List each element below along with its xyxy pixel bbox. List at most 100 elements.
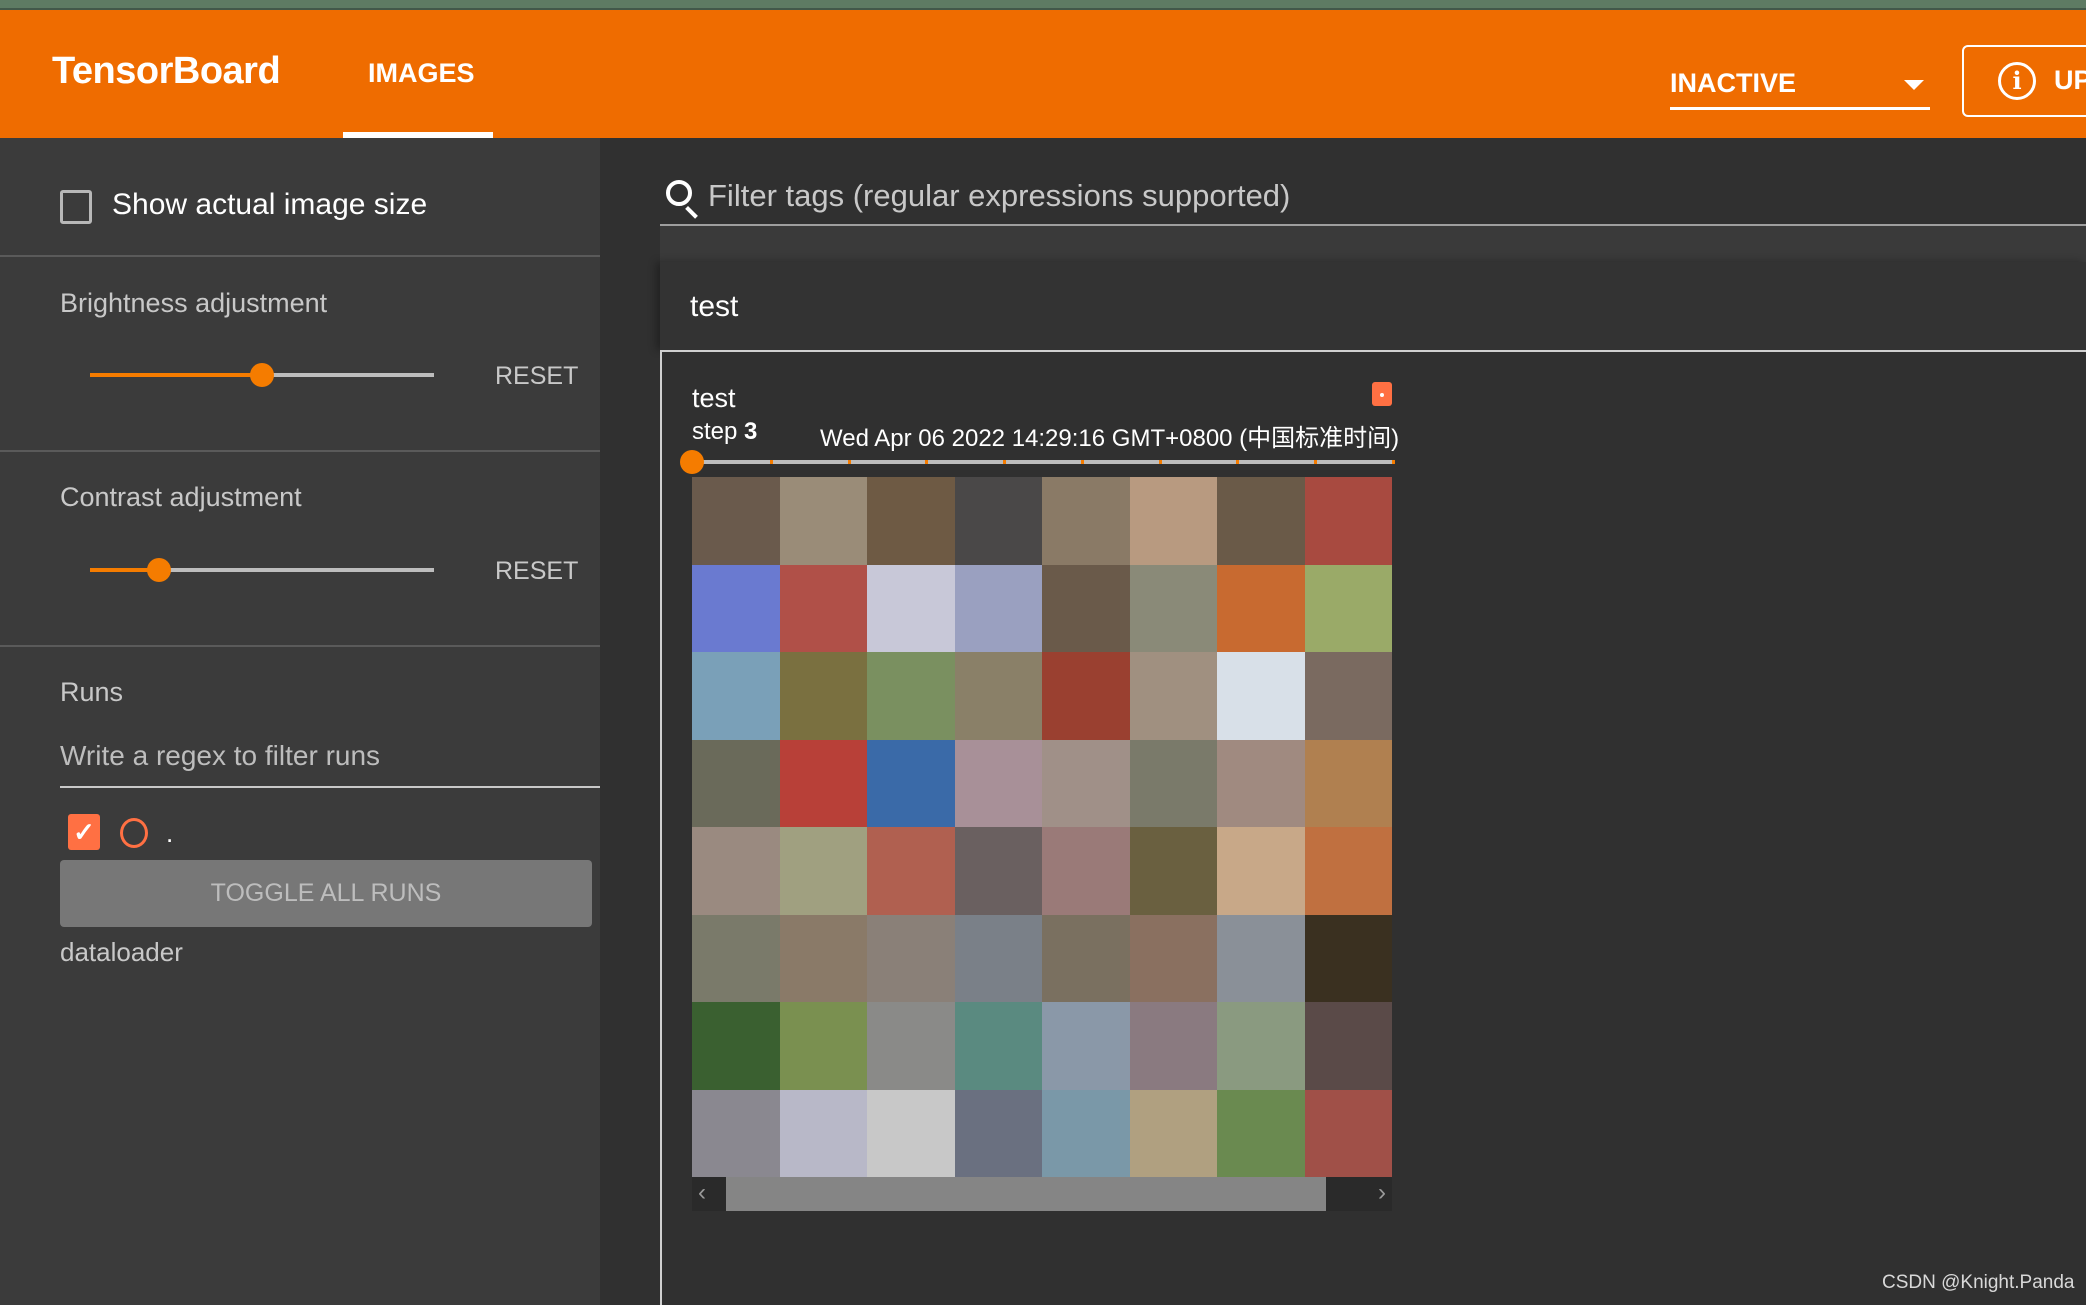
step-tick	[1392, 460, 1395, 464]
run-filter-input[interactable]: Write a regex to filter runs	[60, 740, 600, 788]
image-tile-cat	[1042, 477, 1130, 565]
image-tile-truck	[867, 827, 955, 915]
image-tile-deer	[779, 914, 867, 1002]
image-tile-cat	[1304, 739, 1392, 827]
run-color-badge	[1372, 382, 1392, 406]
category-header[interactable]: test	[660, 262, 2086, 350]
step-tick	[1080, 460, 1084, 464]
image-tile-horse	[1217, 739, 1305, 827]
show-actual-size-label[interactable]: Show actual image size	[112, 188, 427, 222]
image-tile-dog	[1129, 564, 1217, 652]
category-title: test	[690, 290, 739, 323]
image-tile-cat	[692, 477, 780, 565]
sidebar-divider	[0, 450, 600, 452]
scrollbar-thumb[interactable]	[726, 1177, 1326, 1211]
image-grid[interactable]	[692, 477, 1392, 1177]
step-label: step	[692, 418, 738, 445]
image-tile-dog	[1217, 827, 1305, 915]
image-tile-deer	[1129, 652, 1217, 740]
image-timestamp: Wed Apr 06 2022 14:29:16 GMT+0800 (中国标准时…	[820, 425, 1400, 452]
image-tile-airplane	[692, 1089, 780, 1177]
image-tile-bird	[1042, 914, 1130, 1002]
step-tick	[847, 460, 851, 464]
image-tile-frog	[1304, 914, 1392, 1002]
window-top-strip	[0, 0, 2086, 10]
image-tile-dog	[1042, 652, 1130, 740]
scroll-left-icon[interactable]: ‹	[698, 1179, 706, 1207]
image-tile-bird	[954, 652, 1042, 740]
image-tile-ship	[1042, 1002, 1130, 1090]
image-tile-ship	[1217, 564, 1305, 652]
horizontal-scrollbar[interactable]: ‹ ›	[692, 1177, 1392, 1211]
show-actual-size-checkbox[interactable]	[60, 190, 92, 224]
tag-filter-input[interactable]: Filter tags (regular expressions support…	[708, 178, 1290, 214]
image-tile-horse	[867, 477, 955, 565]
image-tile-airplane	[867, 1002, 955, 1090]
app-title: TensorBoard	[52, 50, 281, 92]
run-checkbox[interactable]: ✓	[68, 814, 100, 850]
image-tile-dog	[1129, 739, 1217, 827]
brightness-slider[interactable]	[90, 363, 434, 387]
run-color-swatch[interactable]	[120, 818, 148, 848]
step-tick	[1314, 460, 1318, 464]
contrast-slider[interactable]	[90, 558, 434, 582]
contrast-reset-button[interactable]: RESET	[495, 557, 578, 586]
image-tile-dog	[779, 652, 867, 740]
image-tile-horse	[1129, 1089, 1217, 1177]
image-tile-deer	[1304, 1002, 1392, 1090]
step-tick	[1003, 460, 1007, 464]
sidebar-divider	[0, 255, 600, 257]
image-tile-airplane	[1042, 1089, 1130, 1177]
image-tile-automobile	[1304, 477, 1392, 565]
sidebar-divider	[0, 645, 600, 647]
image-tile-deer	[692, 739, 780, 827]
watermark: CSDN @Knight.Panda	[1882, 1272, 2075, 1293]
slider-thumb[interactable]	[250, 363, 274, 387]
image-tile-automobile	[1217, 652, 1305, 740]
image-tile-horse	[1042, 739, 1130, 827]
image-tile-automobile	[1129, 1002, 1217, 1090]
step-slider[interactable]	[680, 450, 1395, 474]
scroll-right-icon[interactable]: ›	[1378, 1179, 1386, 1207]
image-tile-ship	[692, 827, 780, 915]
search-icon	[666, 180, 692, 206]
image-tile-truck	[779, 564, 867, 652]
image-tile-dog	[954, 477, 1042, 565]
image-tile-frog	[954, 739, 1042, 827]
info-icon: i	[1998, 62, 2036, 100]
image-tile-dog	[1217, 1089, 1305, 1177]
image-tile-ship	[1217, 914, 1305, 1002]
image-tile-cat	[867, 914, 955, 1002]
image-tile-bird	[692, 914, 780, 1002]
image-tile-automobile	[954, 914, 1042, 1002]
slider-fill	[90, 373, 262, 377]
tab-images[interactable]: IMAGES	[343, 10, 493, 138]
image-tile-ship	[954, 1002, 1042, 1090]
brightness-reset-button[interactable]: RESET	[495, 362, 578, 391]
runs-label: Runs	[60, 677, 124, 707]
image-tile-bird	[692, 1002, 780, 1090]
app-header: TensorBoard IMAGES INACTIVE i UPLOAD	[0, 10, 2086, 138]
image-tile-horse	[1304, 652, 1392, 740]
image-tile-truck	[1304, 1089, 1392, 1177]
slider-thumb[interactable]	[146, 558, 171, 582]
reload-status-select[interactable]: INACTIVE	[1670, 60, 1930, 110]
image-tile-cat	[1217, 477, 1305, 565]
image-tile-ship	[954, 1089, 1042, 1177]
tag-filter[interactable]: Filter tags (regular expressions support…	[660, 170, 2086, 226]
step-tick	[769, 460, 773, 464]
image-tile-airplane	[692, 564, 780, 652]
step-tick	[1236, 460, 1240, 464]
image-step: step 3	[692, 418, 757, 446]
contrast-label: Contrast adjustment	[60, 482, 302, 512]
upload-button[interactable]: i UPLOAD	[1962, 45, 2086, 117]
image-tile-cat	[1129, 477, 1217, 565]
step-slider-thumb[interactable]	[680, 450, 704, 474]
image-tile-truck	[779, 739, 867, 827]
step-value: 3	[744, 418, 758, 445]
image-tile-horse	[779, 827, 867, 915]
data-location: dataloader	[60, 937, 183, 967]
dropdown-arrow-icon	[1904, 80, 1924, 90]
image-tile-dog	[1042, 564, 1130, 652]
toggle-all-runs-button[interactable]: TOGGLE ALL RUNS	[60, 860, 592, 927]
